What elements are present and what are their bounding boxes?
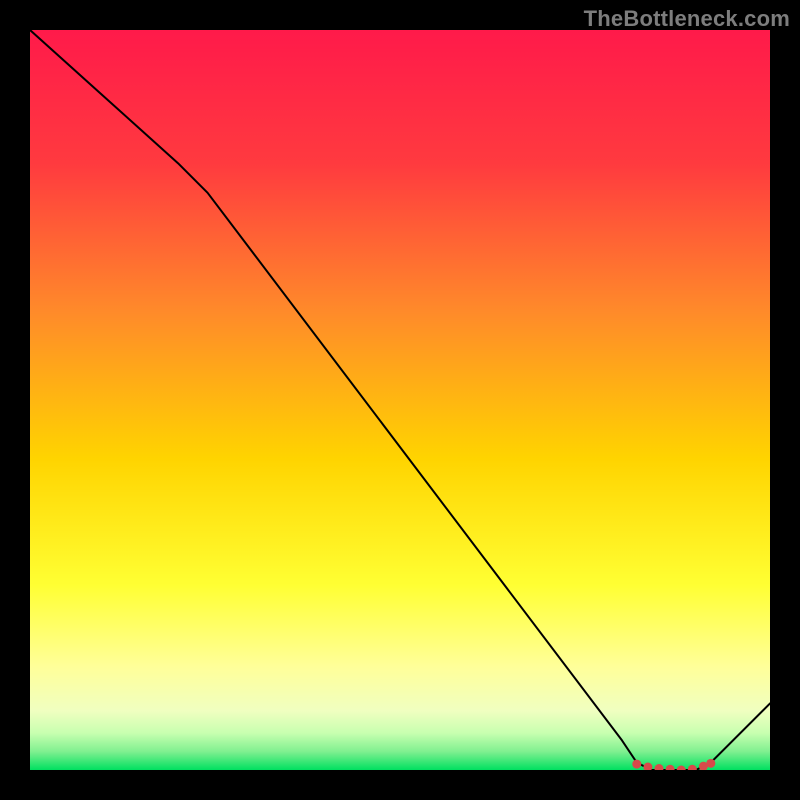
- marker-dot: [632, 760, 641, 769]
- chart-frame: TheBottleneck.com: [0, 0, 800, 800]
- gradient-background: [30, 30, 770, 770]
- chart-svg: [30, 30, 770, 770]
- plot-area: [30, 30, 770, 770]
- marker-dot: [706, 759, 715, 768]
- watermark-text: TheBottleneck.com: [584, 6, 790, 32]
